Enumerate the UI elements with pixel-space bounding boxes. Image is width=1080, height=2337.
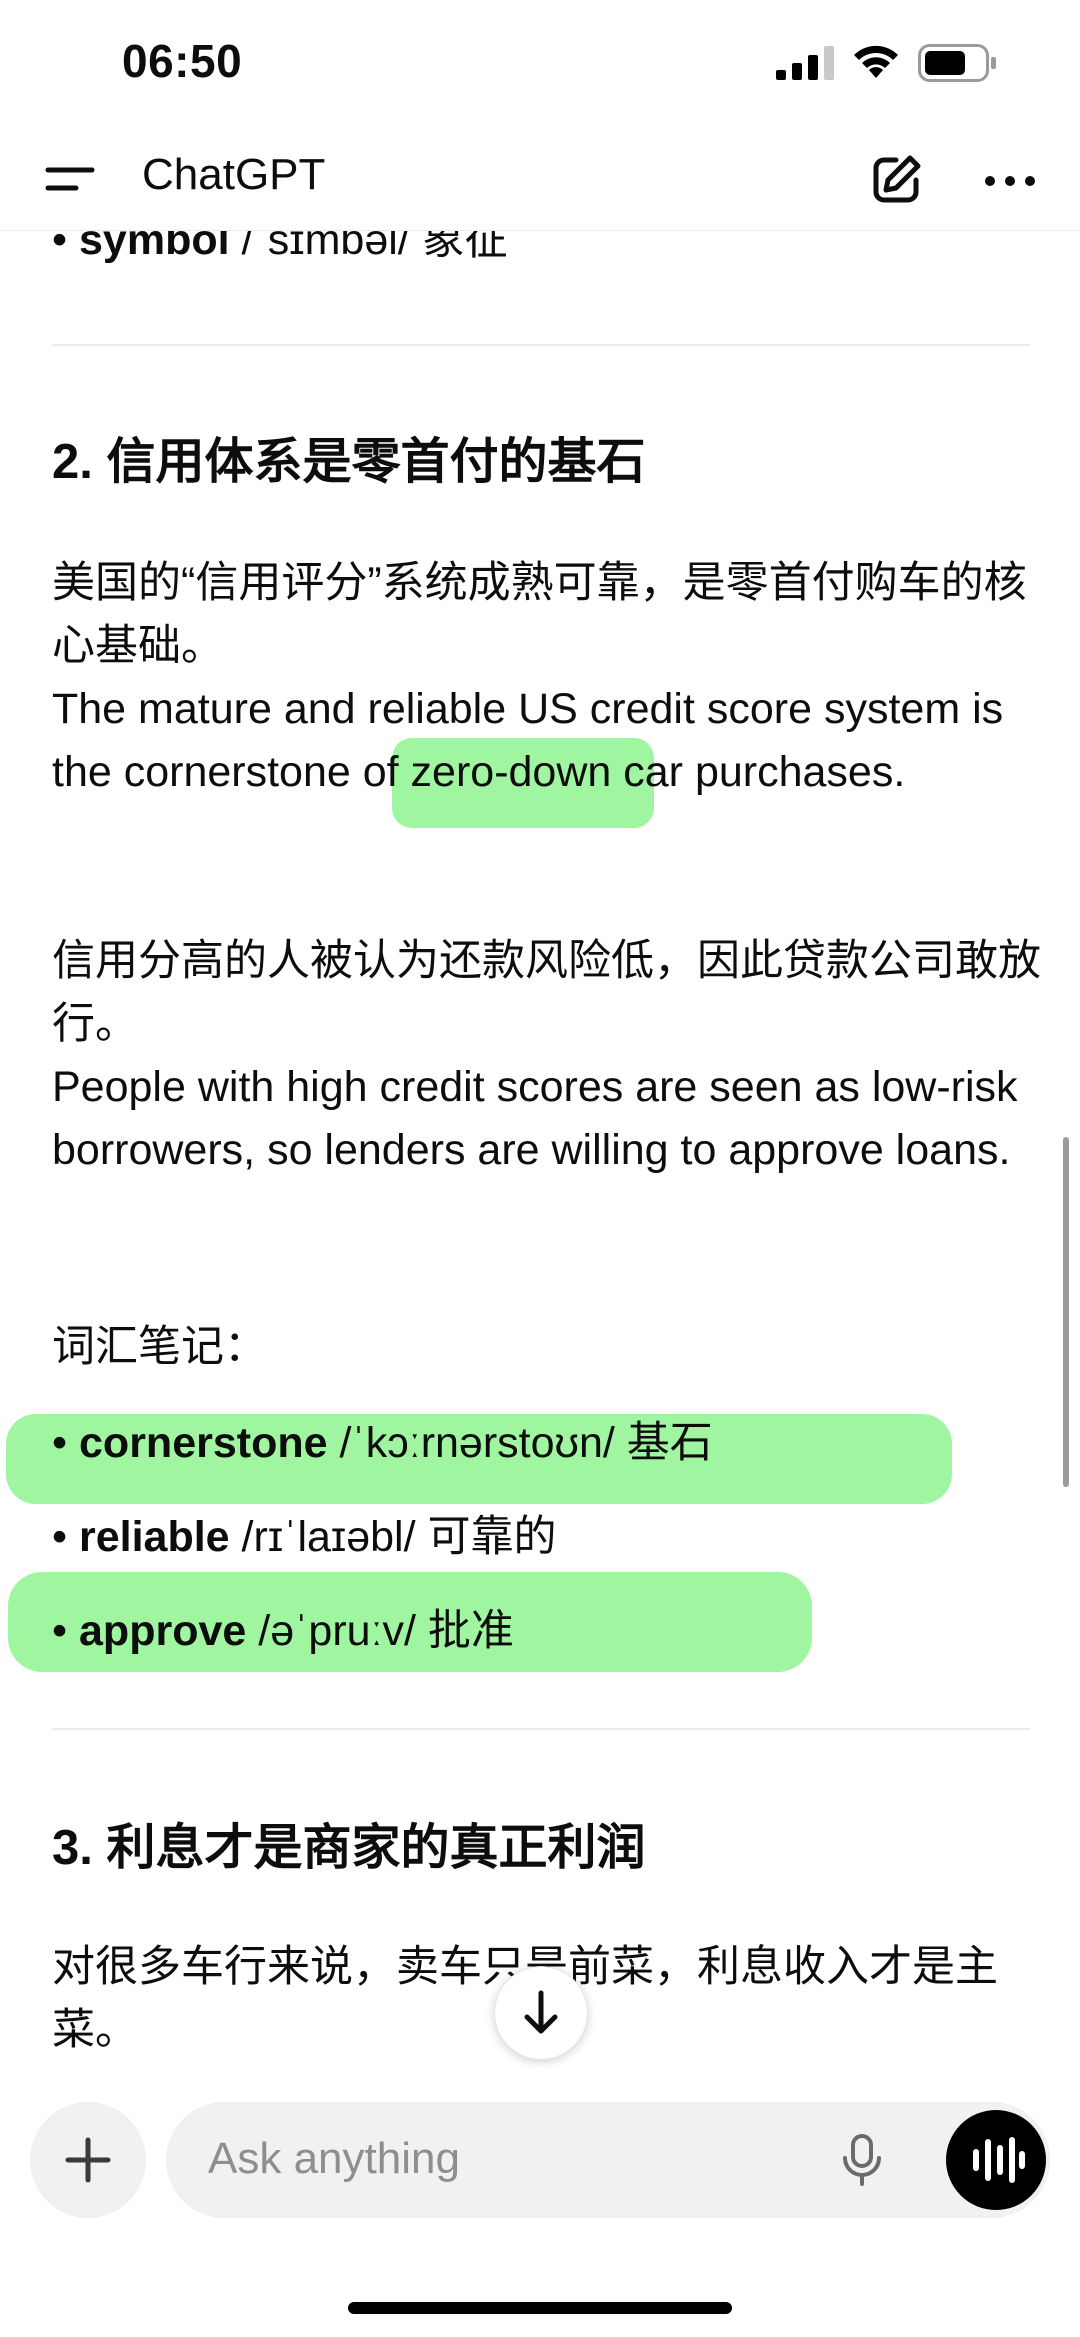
app-title[interactable]: ChatGPT [142, 150, 325, 200]
new-chat-icon[interactable] [866, 150, 926, 210]
vocab-item: • approve /əˈpruːv/ 批准 [52, 1607, 514, 1655]
section-heading-2: 2. 信用体系是零首付的基石 [52, 435, 646, 489]
divider [52, 344, 1030, 346]
status-bar: 06:50 [0, 0, 1080, 130]
status-time: 06:50 [122, 35, 243, 87]
plus-icon [65, 2137, 111, 2183]
voice-waveform-icon [973, 2137, 1025, 2183]
paragraph-zh: 信用分高的人被认为还款风险低，因此贷款公司敢放行。 [52, 937, 1041, 1048]
paragraph-zh: 美国的“信用评分”系统成熟可靠，是零首付购车的核心基础。 [52, 559, 1027, 670]
paragraph-en: The mature and reliable US credit score … [52, 685, 1004, 796]
battery-icon [918, 44, 996, 82]
home-indicator[interactable] [348, 2302, 732, 2314]
vocab-item-cut: • symbol /ˈsɪmbəl/ 象征 [52, 230, 508, 264]
section-heading-3: 3. 利息才是商家的真正利润 [52, 1821, 646, 1875]
app-header: ChatGPT [0, 130, 1080, 231]
sidebar-menu-icon[interactable] [40, 154, 100, 206]
scroll-to-bottom-button[interactable] [494, 1966, 588, 2060]
divider [52, 1728, 1030, 1730]
wifi-icon [854, 45, 898, 78]
vocab-item: • cornerstone /ˈkɔːrnərstoʊn/ 基石 [52, 1419, 713, 1467]
message-input[interactable]: Ask anything [166, 2102, 1050, 2218]
vocab-title: 词汇笔记： [52, 1323, 267, 1371]
composer: Ask anything [0, 2070, 1080, 2337]
chat-content: • symbol /ˈsɪmbəl/ 象征 2. 信用体系是零首付的基石 美国的… [0, 230, 1080, 2085]
scrollbar[interactable] [1063, 1137, 1069, 1487]
arrow-down-icon [524, 1990, 558, 2034]
voice-mode-button[interactable] [946, 2110, 1046, 2210]
attach-button[interactable] [30, 2102, 146, 2218]
paragraph-en: People with high credit scores are seen … [52, 1063, 1018, 1174]
more-options-icon[interactable] [980, 156, 1040, 206]
input-placeholder: Ask anything [208, 2134, 460, 2183]
microphone-icon[interactable] [832, 2130, 892, 2190]
cellular-signal-icon [776, 46, 834, 80]
vocab-item: • reliable /rɪˈlaɪəbl/ 可靠的 [52, 1513, 557, 1561]
